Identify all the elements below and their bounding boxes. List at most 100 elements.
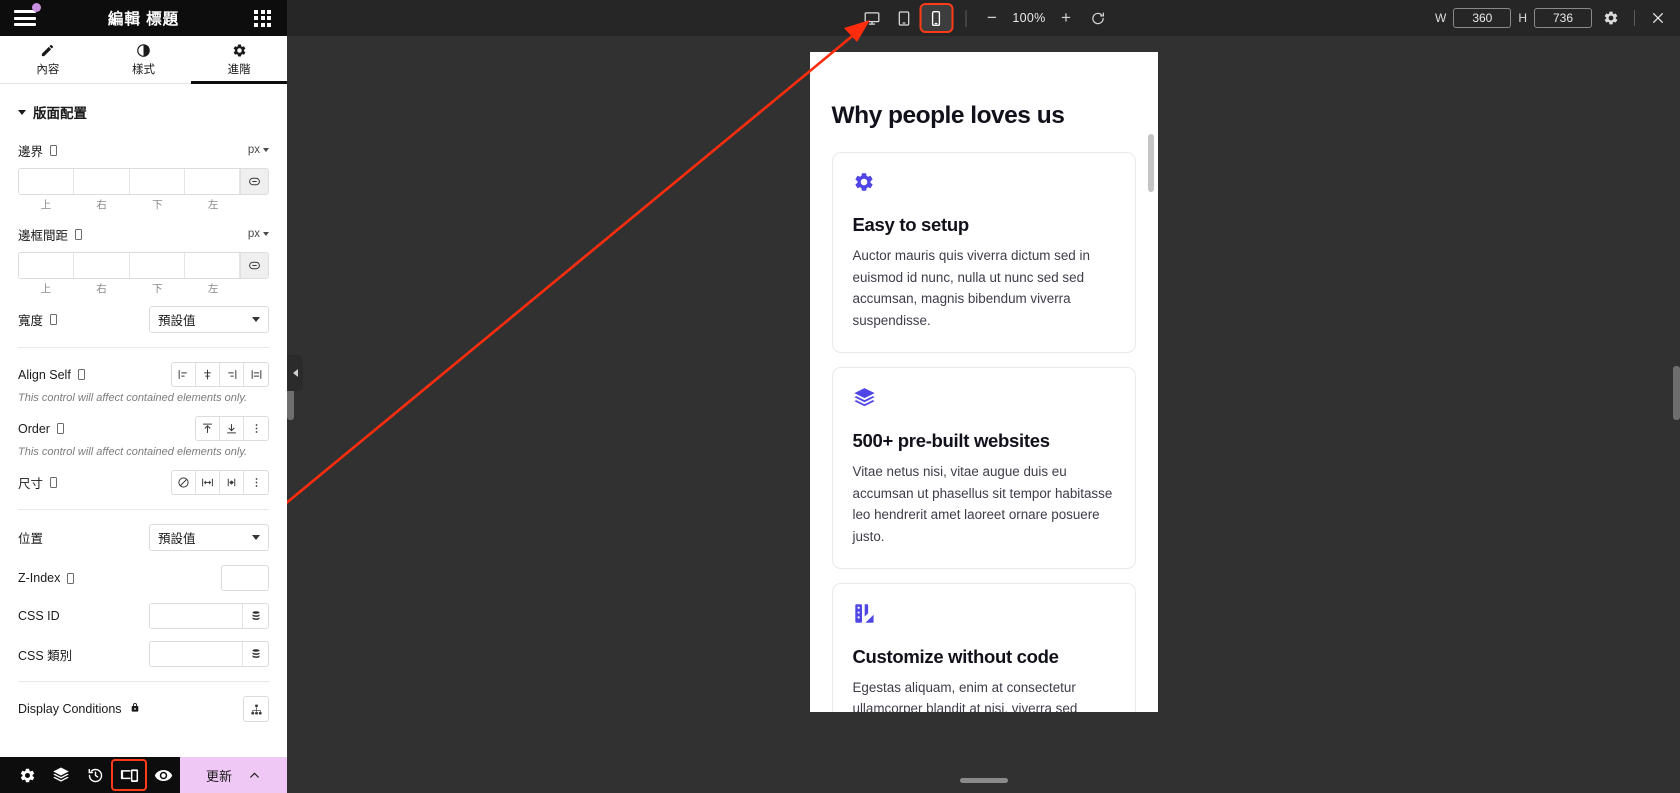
- responsive-device-icon[interactable]: [50, 477, 58, 488]
- align-self-hint: This control will affect contained eleme…: [18, 392, 248, 404]
- panel-collapse-button[interactable]: [287, 355, 303, 391]
- align-end-icon[interactable]: [220, 363, 244, 386]
- tab-advanced[interactable]: 進階: [191, 36, 287, 84]
- padding-top-input[interactable]: [19, 253, 75, 278]
- viewport-height-input[interactable]: [1534, 8, 1592, 28]
- settings-gear-icon[interactable]: [10, 760, 44, 790]
- app-grid-icon[interactable]: [254, 9, 271, 27]
- padding-right-input[interactable]: [74, 253, 130, 278]
- history-revisions-icon[interactable]: [78, 760, 112, 790]
- preview-heading: Why people loves us: [831, 102, 1065, 129]
- section-layout-header[interactable]: 版面配置: [18, 102, 269, 122]
- none-icon[interactable]: [172, 471, 196, 494]
- preview-eye-icon[interactable]: [146, 760, 180, 790]
- position-select[interactable]: 預設值: [149, 524, 269, 551]
- feature-card[interactable]: 500+ pre-built websites Vitae netus nisi…: [831, 366, 1136, 569]
- padding-sub-bottom: 下: [152, 283, 163, 295]
- feature-card-body: Egestas aliquam, enim at consectetur ull…: [852, 679, 1078, 712]
- margin-right-input[interactable]: [74, 169, 130, 194]
- align-self-buttons: [171, 362, 269, 387]
- update-button-label: 更新: [205, 768, 232, 784]
- width-select[interactable]: 預設值: [149, 306, 269, 333]
- order-first-icon[interactable]: [196, 417, 220, 440]
- viewport-width-input[interactable]: [1453, 8, 1512, 28]
- css-class-input[interactable]: [150, 642, 242, 666]
- padding-bottom-input[interactable]: [129, 253, 185, 278]
- size-row: 尺寸: [18, 470, 269, 495]
- z-index-input[interactable]: [221, 565, 269, 591]
- grow-icon[interactable]: [196, 471, 220, 494]
- zoom-in-button[interactable]: +: [1054, 6, 1078, 30]
- tab-advanced-label: 進階: [227, 63, 251, 76]
- margin-bottom-input[interactable]: [129, 169, 185, 194]
- z-index-label: Z-Index: [18, 571, 61, 585]
- mobile-view-icon[interactable]: [919, 3, 953, 33]
- feature-card-body: Auctor mauris quis viverra dictum sed in…: [852, 248, 1090, 329]
- order-hint: This control will affect contained eleme…: [18, 446, 248, 458]
- sitemap-icon[interactable]: [243, 696, 269, 722]
- padding-left-input[interactable]: [184, 253, 240, 278]
- panel-body: 版面配置 邊界 px 上 右 下 左 邊框間距 px 上 右 下 左 寬度 預設…: [0, 84, 287, 757]
- padding-sub-top: 上: [40, 283, 52, 295]
- padding-unit-select[interactable]: px: [248, 228, 269, 240]
- size-label-group: 尺寸: [18, 473, 58, 492]
- responsive-device-icon[interactable]: [56, 423, 64, 434]
- reset-rotate-icon[interactable]: [1086, 6, 1110, 30]
- resize-handle-right[interactable]: [1673, 366, 1680, 420]
- css-id-input[interactable]: [150, 604, 242, 628]
- resize-handle-bottom[interactable]: [959, 778, 1008, 783]
- tablet-view-icon[interactable]: [889, 5, 919, 31]
- database-icon[interactable]: [242, 642, 268, 666]
- margin-unit-value: px: [247, 144, 260, 156]
- margin-link-icon[interactable]: [240, 169, 268, 194]
- width-row: 寬度 預設值: [18, 306, 269, 333]
- responsive-device-icon[interactable]: [50, 314, 58, 325]
- margin-sub-left: 左: [207, 199, 219, 211]
- padding-sub-spacer: [241, 281, 269, 296]
- padding-link-icon[interactable]: [240, 253, 268, 278]
- tab-content[interactable]: 內容: [0, 36, 96, 83]
- order-last-icon[interactable]: [220, 417, 244, 440]
- database-icon[interactable]: [242, 604, 268, 628]
- panel-footer: 更新: [0, 757, 287, 793]
- tab-style[interactable]: 樣式: [96, 36, 192, 83]
- css-id-field: [149, 603, 269, 629]
- css-class-field: [149, 641, 269, 667]
- responsive-device-icon[interactable]: [67, 572, 75, 584]
- padding-label: 邊框間距: [18, 228, 69, 243]
- margin-sub-right: 右: [96, 199, 107, 211]
- responsive-device-icon[interactable]: [75, 228, 83, 240]
- update-button[interactable]: 更新: [180, 757, 287, 793]
- layers-icon[interactable]: [44, 760, 78, 790]
- margin-left-input[interactable]: [184, 169, 240, 194]
- desktop-view-icon[interactable]: [857, 5, 887, 31]
- page-title: 編輯 標題: [107, 11, 180, 28]
- editor-app: 編輯 標題 內容 樣式 進階 版面配置 邊界 px 上 右 下 左 邊框間距 p…: [0, 0, 1680, 793]
- margin-sub-spacer: [241, 197, 269, 212]
- more-options-icon[interactable]: [244, 471, 268, 494]
- footer-icon-group: [0, 757, 180, 793]
- chevron-left-icon: [292, 369, 298, 377]
- z-index-label-group: Z-Index: [18, 571, 75, 585]
- responsive-device-icon[interactable]: [111, 759, 147, 791]
- margin-unit-select[interactable]: px: [248, 144, 269, 156]
- toolbar-divider: [965, 9, 966, 27]
- padding-inputs: [18, 252, 269, 279]
- preview-scrollbar[interactable]: [1147, 134, 1154, 192]
- responsive-device-icon[interactable]: [50, 144, 58, 156]
- more-options-icon[interactable]: [244, 417, 268, 440]
- align-self-row: Align Self: [18, 362, 269, 387]
- responsive-device-icon[interactable]: [77, 369, 85, 380]
- zoom-out-button[interactable]: −: [980, 6, 1004, 30]
- align-start-icon[interactable]: [172, 363, 196, 386]
- feature-card[interactable]: Easy to setup Auctor mauris quis viverra…: [831, 152, 1136, 353]
- margin-top-input[interactable]: [19, 169, 75, 194]
- align-stretch-icon[interactable]: [244, 363, 268, 386]
- align-center-icon[interactable]: [196, 363, 220, 386]
- shrink-icon[interactable]: [220, 471, 244, 494]
- gear-icon[interactable]: [1599, 6, 1623, 30]
- margin-sub-top: 上: [40, 199, 52, 211]
- hamburger-menu-icon[interactable]: [14, 3, 41, 26]
- close-x-icon[interactable]: [1646, 6, 1670, 30]
- feature-card[interactable]: Customize without code Egestas aliquam, …: [831, 582, 1136, 712]
